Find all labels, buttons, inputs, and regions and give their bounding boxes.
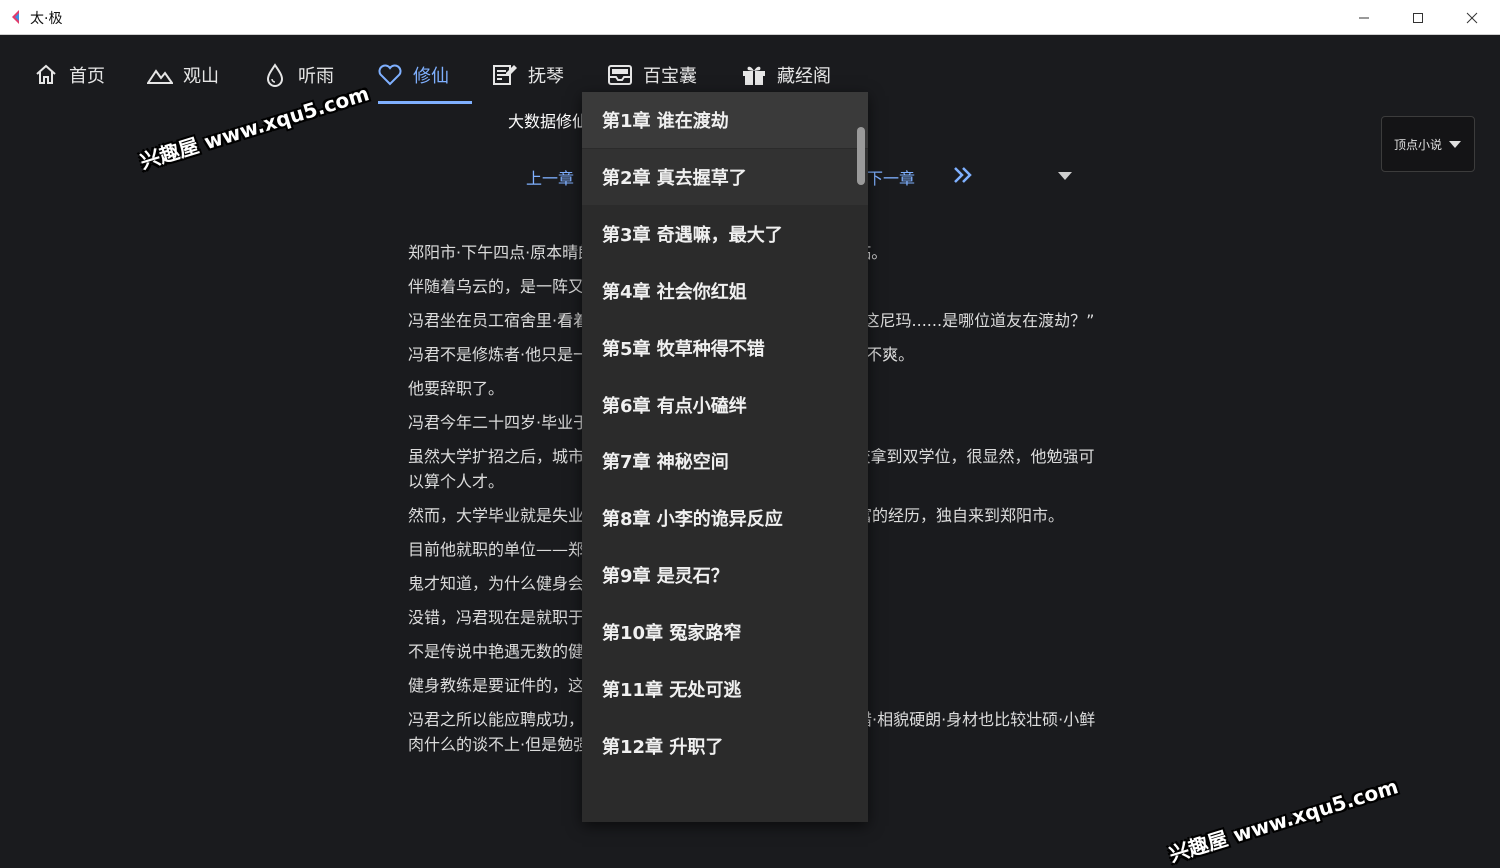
chapter-list-item[interactable]: 第1章 谁在渡劫 bbox=[582, 92, 868, 148]
edit-note-icon bbox=[492, 62, 518, 88]
app-title: 太·极 bbox=[30, 11, 63, 27]
dropdown-scrollbar[interactable] bbox=[857, 127, 865, 185]
chapter-list-item[interactable]: 第4章 社会你红姐 bbox=[582, 263, 868, 319]
active-tab-indicator bbox=[378, 101, 472, 104]
app-logo-icon bbox=[12, 10, 19, 24]
prev-chapter-link[interactable]: 上一章 bbox=[526, 165, 574, 189]
chapter-dropdown[interactable]: 第1章 谁在渡劫 第2章 真去握草了 第3章 奇遇嘛，最大了 第4章 社会你红姐 第5章… bbox=[582, 92, 868, 822]
chapter-list-item[interactable]: 第9章 是灵石？ bbox=[582, 547, 868, 603]
chapter-list-item[interactable]: 第6章 有点小磕绊 bbox=[582, 377, 868, 433]
source-select[interactable]: 顶点小说 bbox=[1381, 116, 1475, 172]
chapter-list-item[interactable]: 第2章 真去握草了 bbox=[582, 148, 868, 205]
maximize-button[interactable] bbox=[1391, 0, 1445, 35]
nav-item-xiuxian[interactable]: 修仙 bbox=[377, 57, 449, 93]
gift-icon bbox=[741, 62, 767, 88]
nav-label-rain: 听雨 bbox=[298, 66, 334, 87]
close-button[interactable] bbox=[1445, 0, 1499, 35]
chapter-list-item[interactable]: 第12章 升职了 bbox=[582, 718, 868, 774]
water-drop-icon bbox=[262, 62, 288, 88]
chapter-list-item[interactable]: 第5章 牧草种得不错 bbox=[582, 320, 868, 376]
close-icon bbox=[1466, 12, 1478, 23]
nav-item-fuqin[interactable]: 抚琴 bbox=[492, 57, 564, 93]
maximize-icon bbox=[1413, 12, 1423, 23]
chevron-down-icon bbox=[1449, 141, 1461, 148]
chapter-list-item[interactable]: 第3章 奇遇嘛，最大了 bbox=[582, 206, 868, 262]
minimize-button[interactable] bbox=[1337, 0, 1391, 35]
nav-item-home[interactable]: 首页 bbox=[33, 57, 105, 93]
home-icon bbox=[33, 62, 59, 88]
nav-label-mountain: 观山 bbox=[183, 66, 219, 87]
main-area: 首页 观山 听雨 修仙 抚琴 百宝囊 藏经阁 大数据修仙 顶点小说 上一章 下一… bbox=[0, 35, 1500, 867]
nav-label-home: 首页 bbox=[69, 66, 105, 87]
chapter-list-item[interactable]: 第7章 神秘空间 bbox=[582, 433, 868, 489]
heart-icon bbox=[377, 62, 403, 88]
inbox-icon bbox=[607, 62, 633, 88]
next-chapter-link[interactable]: 下一章 bbox=[867, 165, 915, 189]
nav-item-baibaonang[interactable]: 百宝囊 bbox=[607, 57, 697, 93]
mountain-icon bbox=[147, 62, 173, 88]
nav-item-mountain[interactable]: 观山 bbox=[147, 57, 219, 93]
book-title: 大数据修仙 bbox=[508, 112, 589, 131]
nav-label-baibaonang: 百宝囊 bbox=[643, 66, 697, 87]
title-bar: 太·极 bbox=[0, 0, 1500, 35]
nav-item-cangjingge[interactable]: 藏经阁 bbox=[741, 57, 831, 93]
nav-item-rain[interactable]: 听雨 bbox=[262, 57, 334, 93]
nav-label-fuqin: 抚琴 bbox=[528, 66, 564, 87]
nav-label-cangjingge: 藏经阁 bbox=[777, 66, 831, 87]
minimize-icon bbox=[1359, 17, 1369, 18]
chapter-list-item[interactable]: 第11章 无处可逃 bbox=[582, 661, 868, 717]
chapter-list-item[interactable]: 第8章 小李的诡异反应 bbox=[582, 490, 868, 546]
chapter-select-caret-icon[interactable] bbox=[1058, 172, 1072, 180]
source-select-value: 顶点小说 bbox=[1394, 138, 1443, 152]
nav-label-xiuxian: 修仙 bbox=[413, 66, 449, 87]
double-chevron-right-icon[interactable] bbox=[952, 166, 974, 184]
watermark: 兴趣屋 www.xqu5.com bbox=[1166, 774, 1401, 867]
chapter-list-item[interactable]: 第10章 冤家路窄 bbox=[582, 604, 868, 660]
